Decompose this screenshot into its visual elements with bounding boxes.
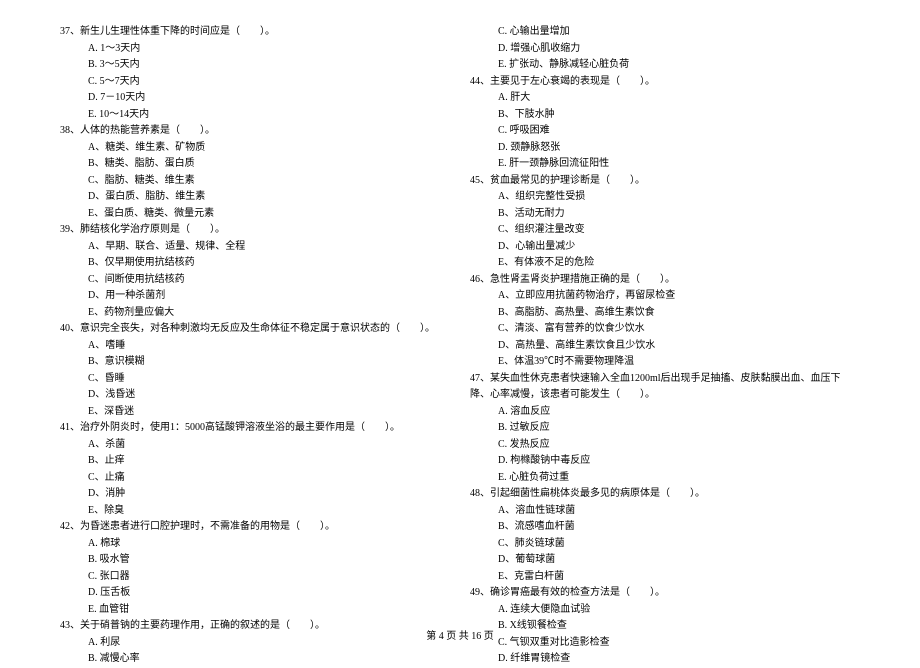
question-text: 49、确诊胃癌最有效的检查方法是（ ）。 [470,585,860,602]
option-text: E、体温39℃时不需要物理降温 [470,354,860,371]
option-text: B、意识模糊 [60,354,450,371]
option-text: E、蛋白质、糖类、微量元素 [60,206,450,223]
question-text: 37、新生儿生理性体重下降的时间应是（ ）。 [60,24,450,41]
option-text: A、组织完整性受损 [470,189,860,206]
option-text: D、用一种杀菌剂 [60,288,450,305]
option-text: B、流感嗜血杆菌 [470,519,860,536]
option-text: E. 血管钳 [60,602,450,619]
option-text: C、脂肪、糖类、维生素 [60,173,450,190]
question-text: 46、急性肾盂肾炎护理措施正确的是（ ）。 [470,272,860,289]
option-text: C. 呼吸困难 [470,123,860,140]
question-text: 47、某失血性休克患者快速输入全血1200ml后出现手足抽搐、皮肤黏膜出血、血压… [470,371,860,404]
option-text: E、深昏迷 [60,404,450,421]
option-text: E. 扩张动、静脉减轻心脏负荷 [470,57,860,74]
option-text: A. 肝大 [470,90,860,107]
option-text: E、除臭 [60,503,450,520]
option-text: D. 增强心肌收缩力 [470,41,860,58]
question-text: 48、引起细菌性扁桃体炎最多见的病原体是（ ）。 [470,486,860,503]
option-text: A、立即应用抗菌药物治疗，再留尿检查 [470,288,860,305]
option-text: A. 溶血反应 [470,404,860,421]
option-text: A. 1～3天内 [60,41,450,58]
option-text: C. 5～7天内 [60,74,450,91]
option-text: D. 7－10天内 [60,90,450,107]
option-text: D、浅昏迷 [60,387,450,404]
question-text: 45、贫血最常见的护理诊断是（ ）。 [470,173,860,190]
option-text: B、下肢水肿 [470,107,860,124]
option-text: A、早期、联合、适量、规律、全程 [60,239,450,256]
option-text: D. 纤维胃镜检查 [470,651,860,668]
option-text: A. 棉球 [60,536,450,553]
option-text: B、活动无耐力 [470,206,860,223]
option-text: D、葡萄球菌 [470,552,860,569]
option-text: C、间断使用抗结核药 [60,272,450,289]
option-text: B、止痒 [60,453,450,470]
question-text: 40、意识完全丧失，对各种刺激均无反应及生命体征不稳定属于意识状态的（ ）。 [60,321,450,338]
question-text: 44、主要见于左心衰竭的表现是（ ）。 [470,74,860,91]
option-text: A. 连续大便隐血试验 [470,602,860,619]
option-text: D、蛋白质、脂肪、维生素 [60,189,450,206]
option-text: A、糖类、维生素、矿物质 [60,140,450,157]
option-text: E、克雷白杆菌 [470,569,860,586]
option-text: C. 发热反应 [470,437,860,454]
option-text: E. 心脏负荷过重 [470,470,860,487]
option-text: D、消肿 [60,486,450,503]
page-footer: 第 4 页 共 16 页 [0,627,920,642]
option-text: C、组织灌注量改变 [470,222,860,239]
option-text: D、高热量、高维生素饮食且少饮水 [470,338,860,355]
option-text: C、止痛 [60,470,450,487]
option-text: D. 颈静脉怒张 [470,140,860,157]
option-text: C、肺炎链球菌 [470,536,860,553]
option-text: E. 肝一颈静脉回流征阳性 [470,156,860,173]
option-text: C、昏睡 [60,371,450,388]
option-text: A、杀菌 [60,437,450,454]
option-text: E、有体液不足的危险 [470,255,860,272]
question-text: 41、治疗外阴炎时，使用1：5000高锰酸钾溶液坐浴的最主要作用是（ ）。 [60,420,450,437]
option-text: C. 心输出量增加 [470,24,860,41]
option-text: A、溶血性链球菌 [470,503,860,520]
option-text: E. 10～14天内 [60,107,450,124]
option-text: B. 过敏反应 [470,420,860,437]
option-text: B. 吸水管 [60,552,450,569]
left-column: 37、新生儿生理性体重下降的时间应是（ ）。A. 1～3天内B. 3～5天内C.… [60,24,450,668]
right-column: C. 心输出量增加D. 增强心肌收缩力E. 扩张动、静脉减轻心脏负荷44、主要见… [470,24,860,668]
option-text: B、糖类、脂肪、蛋白质 [60,156,450,173]
option-text: D. 枸橼酸钠中毒反应 [470,453,860,470]
option-text: C、清淡、富有营养的饮食少饮水 [470,321,860,338]
option-text: B. 减慢心率 [60,651,450,668]
option-text: C. 张口器 [60,569,450,586]
option-text: B. 3～5天内 [60,57,450,74]
question-text: 38、人体的热能营养素是（ ）。 [60,123,450,140]
option-text: E、药物剂量应偏大 [60,305,450,322]
question-text: 39、肺结核化学治疗原则是（ ）。 [60,222,450,239]
question-text: 42、为昏迷患者进行口腔护理时，不需准备的用物是（ ）。 [60,519,450,536]
option-text: B、仅早期使用抗结核药 [60,255,450,272]
option-text: A、嗜睡 [60,338,450,355]
option-text: D、心输出量减少 [470,239,860,256]
option-text: B、高脂肪、高热量、高维生素饮食 [470,305,860,322]
option-text: D. 压舌板 [60,585,450,602]
